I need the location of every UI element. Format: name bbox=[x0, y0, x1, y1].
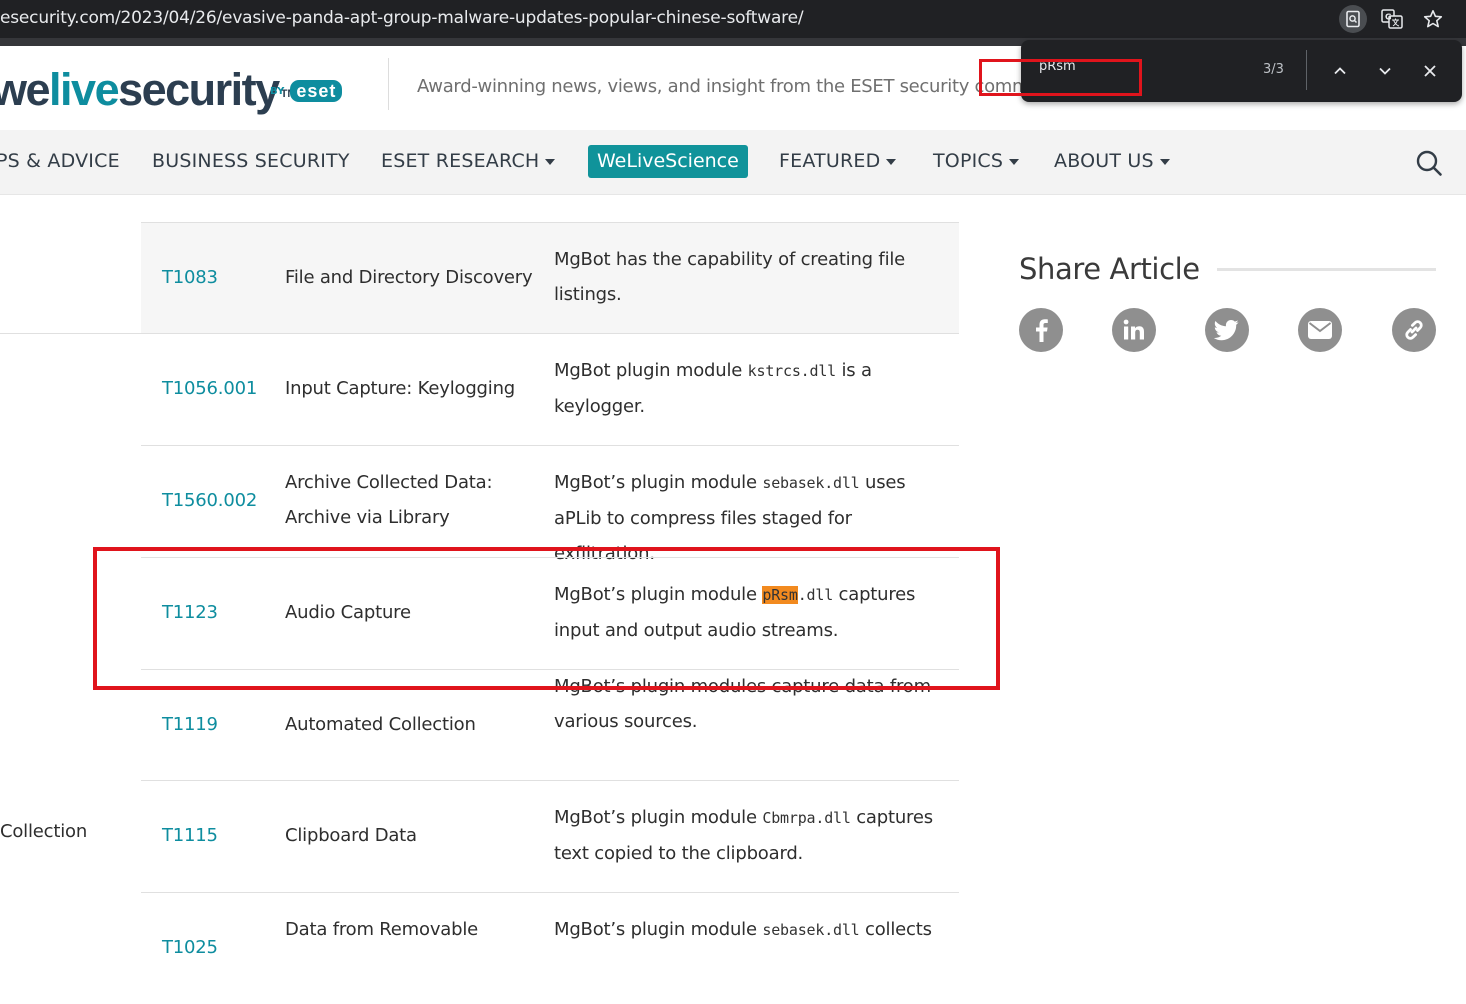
table-row: T1056.001 Input Capture: Keylogging MgBo… bbox=[141, 333, 959, 445]
technique-name: Input Capture: Keylogging bbox=[285, 378, 516, 399]
tactic-divider bbox=[0, 333, 141, 334]
nav-topics[interactable]: TOPICS bbox=[933, 150, 1020, 172]
table-row: T1560.002 Archive Collected Data: Archiv… bbox=[141, 445, 959, 564]
nav-welivescience[interactable]: WeLiveScience bbox=[588, 145, 748, 178]
module-name-code: kstrcs.dll bbox=[747, 362, 837, 380]
module-name-code: sebasek.dll bbox=[762, 921, 860, 939]
search-in-page-icon[interactable] bbox=[1339, 5, 1367, 33]
technique-description: MgBot’s plugin module Cbmrpa.dll capture… bbox=[554, 807, 933, 864]
close-icon[interactable] bbox=[1417, 58, 1443, 84]
main-navigation: PS & ADVICE BUSINESS SECURITY ESET RESEA… bbox=[0, 130, 1466, 195]
tactic-name: Collection bbox=[0, 821, 88, 842]
annotation-box-audio-capture-row bbox=[93, 547, 1000, 690]
translate-icon[interactable]: G bbox=[1378, 5, 1406, 33]
chevron-down-icon bbox=[545, 159, 556, 165]
technique-id-link[interactable]: T1115 bbox=[162, 818, 218, 853]
header-divider bbox=[388, 58, 389, 110]
find-separator bbox=[1306, 50, 1307, 90]
technique-description: MgBot plugin module kstrcs.dll is a keyl… bbox=[554, 360, 872, 417]
welivesecurity-logo[interactable]: welivesecurity TM bbox=[0, 66, 297, 114]
nav-about-us[interactable]: ABOUT US bbox=[1054, 150, 1170, 172]
nav-eset-research[interactable]: ESET RESEARCH bbox=[381, 150, 556, 172]
nav-featured[interactable]: FEATURED bbox=[779, 150, 897, 172]
eset-logo: eset bbox=[290, 80, 343, 102]
link-icon[interactable] bbox=[1392, 308, 1436, 352]
technique-name: Data from Removable bbox=[285, 919, 479, 940]
chevron-down-icon[interactable] bbox=[1372, 58, 1398, 84]
technique-id-link[interactable]: T1025 bbox=[162, 930, 218, 965]
search-icon[interactable] bbox=[1415, 149, 1443, 177]
heading-rule bbox=[1217, 268, 1436, 271]
technique-name: Archive Collected Data: Archive via Libr… bbox=[285, 472, 493, 528]
technique-description: MgBot’s plugin module sebasek.dll collec… bbox=[554, 919, 932, 940]
linkedin-icon[interactable] bbox=[1112, 308, 1156, 352]
chevron-down-icon bbox=[886, 159, 897, 165]
url-text[interactable]: esecurity.com/2023/04/26/evasive-panda-a… bbox=[0, 8, 804, 28]
share-article-heading: Share Article bbox=[1019, 252, 1200, 286]
chevron-up-icon[interactable] bbox=[1327, 58, 1353, 84]
technique-id-link[interactable]: T1119 bbox=[162, 707, 218, 742]
annotation-box-find-query bbox=[979, 59, 1142, 96]
chevron-down-icon bbox=[1009, 159, 1020, 165]
by-label: BY bbox=[270, 85, 285, 97]
table-row: T1115 Clipboard Data MgBot’s plugin modu… bbox=[141, 780, 959, 892]
eset-brand: BY eset bbox=[270, 80, 343, 102]
technique-id-link[interactable]: T1056.001 bbox=[162, 371, 257, 406]
technique-name: Automated Collection bbox=[285, 714, 476, 735]
site-tagline: Award-winning news, views, and insight f… bbox=[417, 76, 1052, 97]
technique-id-link[interactable]: T1560.002 bbox=[162, 483, 257, 518]
chevron-down-icon bbox=[1159, 159, 1170, 165]
technique-name: File and Directory Discovery bbox=[285, 267, 533, 288]
twitter-icon[interactable] bbox=[1205, 308, 1249, 352]
facebook-icon[interactable] bbox=[1019, 308, 1063, 352]
nav-business-security[interactable]: BUSINESS SECURITY bbox=[152, 150, 350, 172]
find-match-count: 3/3 bbox=[1263, 62, 1284, 77]
nav-tips-advice[interactable]: PS & ADVICE bbox=[0, 150, 120, 172]
module-name-code: Cbmrpa.dll bbox=[762, 809, 851, 827]
email-icon[interactable] bbox=[1298, 308, 1342, 352]
technique-name: Clipboard Data bbox=[285, 825, 417, 846]
svg-text:G: G bbox=[1385, 13, 1392, 22]
technique-description: MgBot has the capability of creating fil… bbox=[554, 249, 906, 305]
table-row: T1025 Data from Removable MgBot’s plugin… bbox=[141, 892, 959, 1004]
technique-id-link[interactable]: T1083 bbox=[162, 260, 218, 295]
table-row: T1083 File and Directory Discovery MgBot… bbox=[141, 222, 959, 334]
module-name-code: sebasek.dll bbox=[762, 474, 860, 492]
browser-address-bar[interactable]: esecurity.com/2023/04/26/evasive-panda-a… bbox=[0, 0, 1466, 38]
star-icon[interactable] bbox=[1419, 5, 1447, 33]
